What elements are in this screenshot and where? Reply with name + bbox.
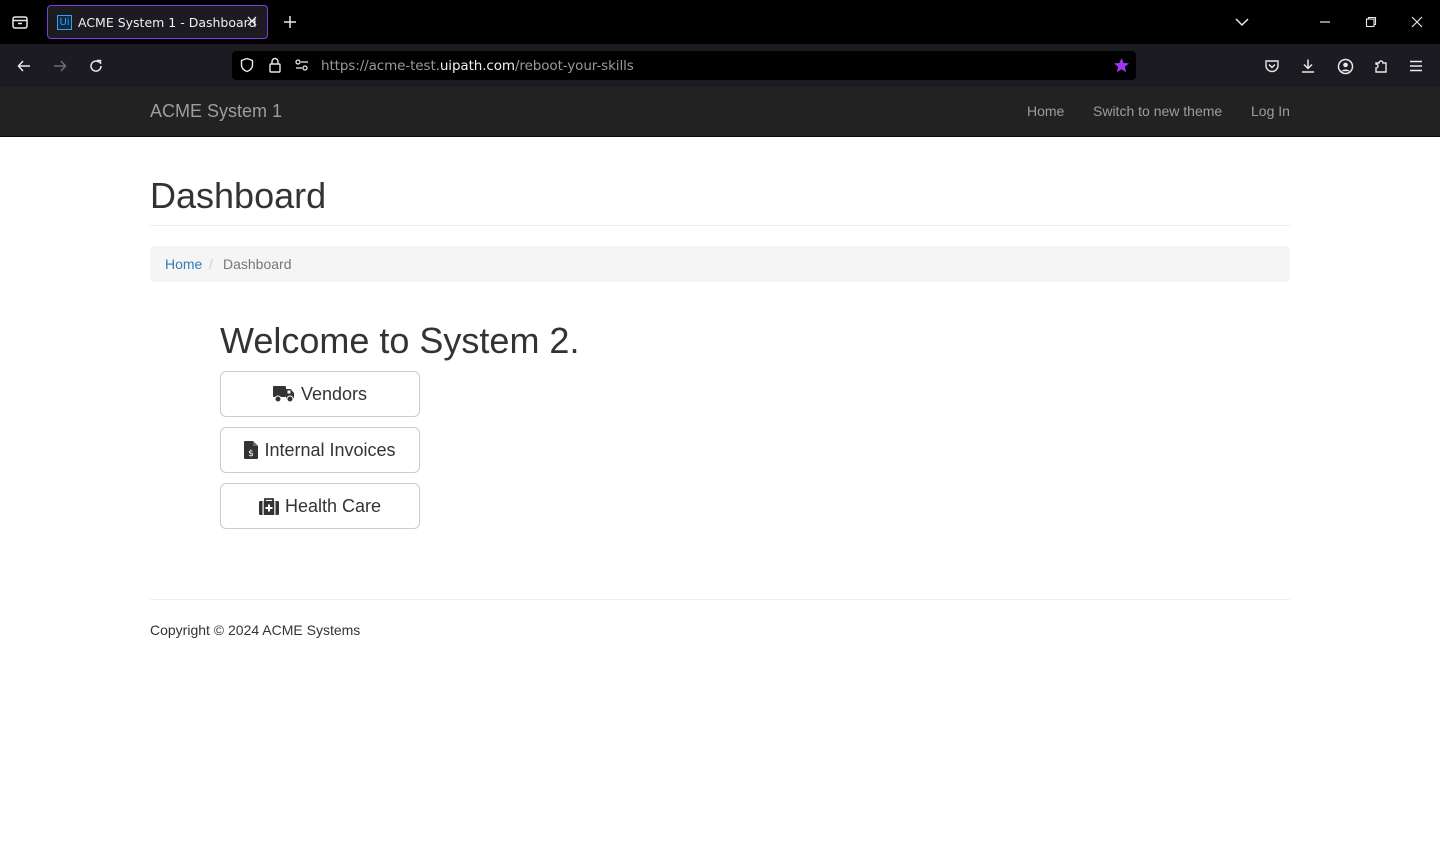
site-brand[interactable]: ACME System 1 bbox=[150, 101, 282, 122]
vendors-button-label: Vendors bbox=[300, 383, 368, 404]
menu-icon[interactable] bbox=[1406, 56, 1426, 76]
window-close-icon[interactable] bbox=[1407, 12, 1427, 32]
vendors-button[interactable]: Vendors bbox=[220, 371, 420, 417]
footer-divider bbox=[150, 599, 1290, 600]
permissions-icon[interactable] bbox=[293, 56, 311, 74]
url-prefix: https://acme-test. bbox=[321, 58, 440, 74]
nav-link-home[interactable]: Home bbox=[1027, 103, 1064, 119]
shield-icon[interactable] bbox=[238, 56, 256, 74]
url-domain: uipath.com bbox=[439, 58, 515, 74]
health-care-button[interactable]: Health Care bbox=[220, 483, 420, 529]
reload-icon[interactable] bbox=[86, 56, 106, 76]
site-favicon-icon: Ui bbox=[57, 15, 72, 30]
breadcrumb-home-link[interactable]: Home bbox=[165, 256, 202, 272]
medkit-icon bbox=[258, 497, 279, 515]
forward-icon[interactable] bbox=[50, 56, 70, 76]
extensions-icon[interactable] bbox=[1371, 56, 1391, 76]
pocket-icon[interactable] bbox=[1262, 56, 1282, 76]
new-tab-icon[interactable] bbox=[280, 12, 300, 32]
breadcrumb bbox=[150, 246, 1290, 282]
health-care-button-label: Health Care bbox=[284, 495, 382, 516]
page-title: Dashboard bbox=[150, 175, 327, 216]
restore-icon[interactable] bbox=[1361, 12, 1381, 32]
url-path: /reboot-your-skills bbox=[514, 58, 634, 74]
breadcrumb-current: Dashboard bbox=[223, 256, 292, 272]
footer-copyright: Copyright © 2024 ACME Systems bbox=[150, 622, 361, 638]
nav-link-switch-theme[interactable]: Switch to new theme bbox=[1093, 103, 1222, 119]
back-icon[interactable] bbox=[14, 56, 34, 76]
minimize-icon[interactable] bbox=[1315, 12, 1335, 32]
close-icon[interactable] bbox=[245, 14, 259, 28]
invoice-icon: $ bbox=[244, 441, 259, 459]
svg-text:$: $ bbox=[249, 449, 255, 459]
internal-invoices-button[interactable]: $ Internal Invoices bbox=[220, 427, 420, 473]
url-text[interactable]: https://acme-test.uipath.com/reboot-your… bbox=[321, 58, 634, 74]
tab-overflow-icon[interactable] bbox=[1232, 12, 1252, 32]
nav-link-login[interactable]: Log In bbox=[1251, 103, 1290, 119]
download-icon[interactable] bbox=[1298, 56, 1318, 76]
title-divider bbox=[150, 225, 1290, 226]
tab-list-icon[interactable] bbox=[10, 12, 30, 32]
internal-invoices-button-label: Internal Invoices bbox=[264, 439, 396, 460]
breadcrumb-separator: / bbox=[209, 256, 213, 272]
browser-tab-active[interactable]: Ui ACME System 1 - Dashboard bbox=[47, 5, 268, 39]
welcome-heading: Welcome to System 2. bbox=[220, 320, 580, 361]
tab-title: ACME System 1 - Dashboard bbox=[78, 15, 257, 30]
account-icon[interactable] bbox=[1335, 56, 1355, 76]
truck-icon bbox=[272, 385, 295, 403]
bookmark-star-icon[interactable] bbox=[1111, 56, 1131, 74]
lock-icon[interactable] bbox=[266, 56, 284, 74]
